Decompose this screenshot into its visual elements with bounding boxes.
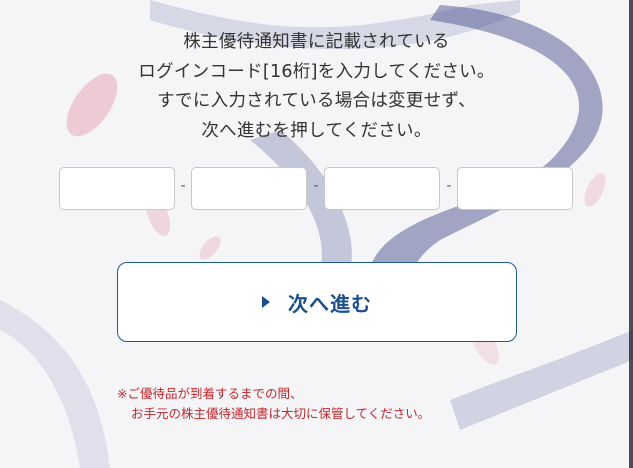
instructions-text: 株主優待通知書に記載されている ログインコード[16桁]を入力してください。 す… [0,28,633,146]
login-code-page: 株主優待通知書に記載されている ログインコード[16桁]を入力してください。 す… [0,0,633,468]
instruction-line: 株主優待通知書に記載されている [183,32,450,52]
notice-line: お手元の株主優待通知書は大切に保管してください。 [131,406,431,421]
storage-notice: ※ご優待品が到着するまでの間、 お手元の株主優待通知書は大切に保管してください。 [117,384,430,424]
next-button-label: 次へ進む [288,291,372,316]
notice-line: ※ご優待品が到着するまでの間、 [117,386,303,401]
caret-right-icon [262,296,270,308]
code-separator: - [446,178,452,194]
login-code-fields: - - - [59,167,579,212]
login-code-field-3[interactable] [324,167,440,210]
instruction-line: ログインコード[16桁]を入力してください。 [138,61,495,82]
code-separator: - [180,178,186,194]
code-separator: - [313,178,319,194]
instruction-line: 次へ進むを押してください。 [201,120,432,141]
login-code-field-1[interactable] [59,167,175,210]
login-code-field-4[interactable] [457,167,573,210]
next-button[interactable]: 次へ進む [117,262,517,342]
login-code-field-2[interactable] [191,167,307,210]
instruction-line: すでに入力されている場合は変更せず、 [157,91,476,111]
